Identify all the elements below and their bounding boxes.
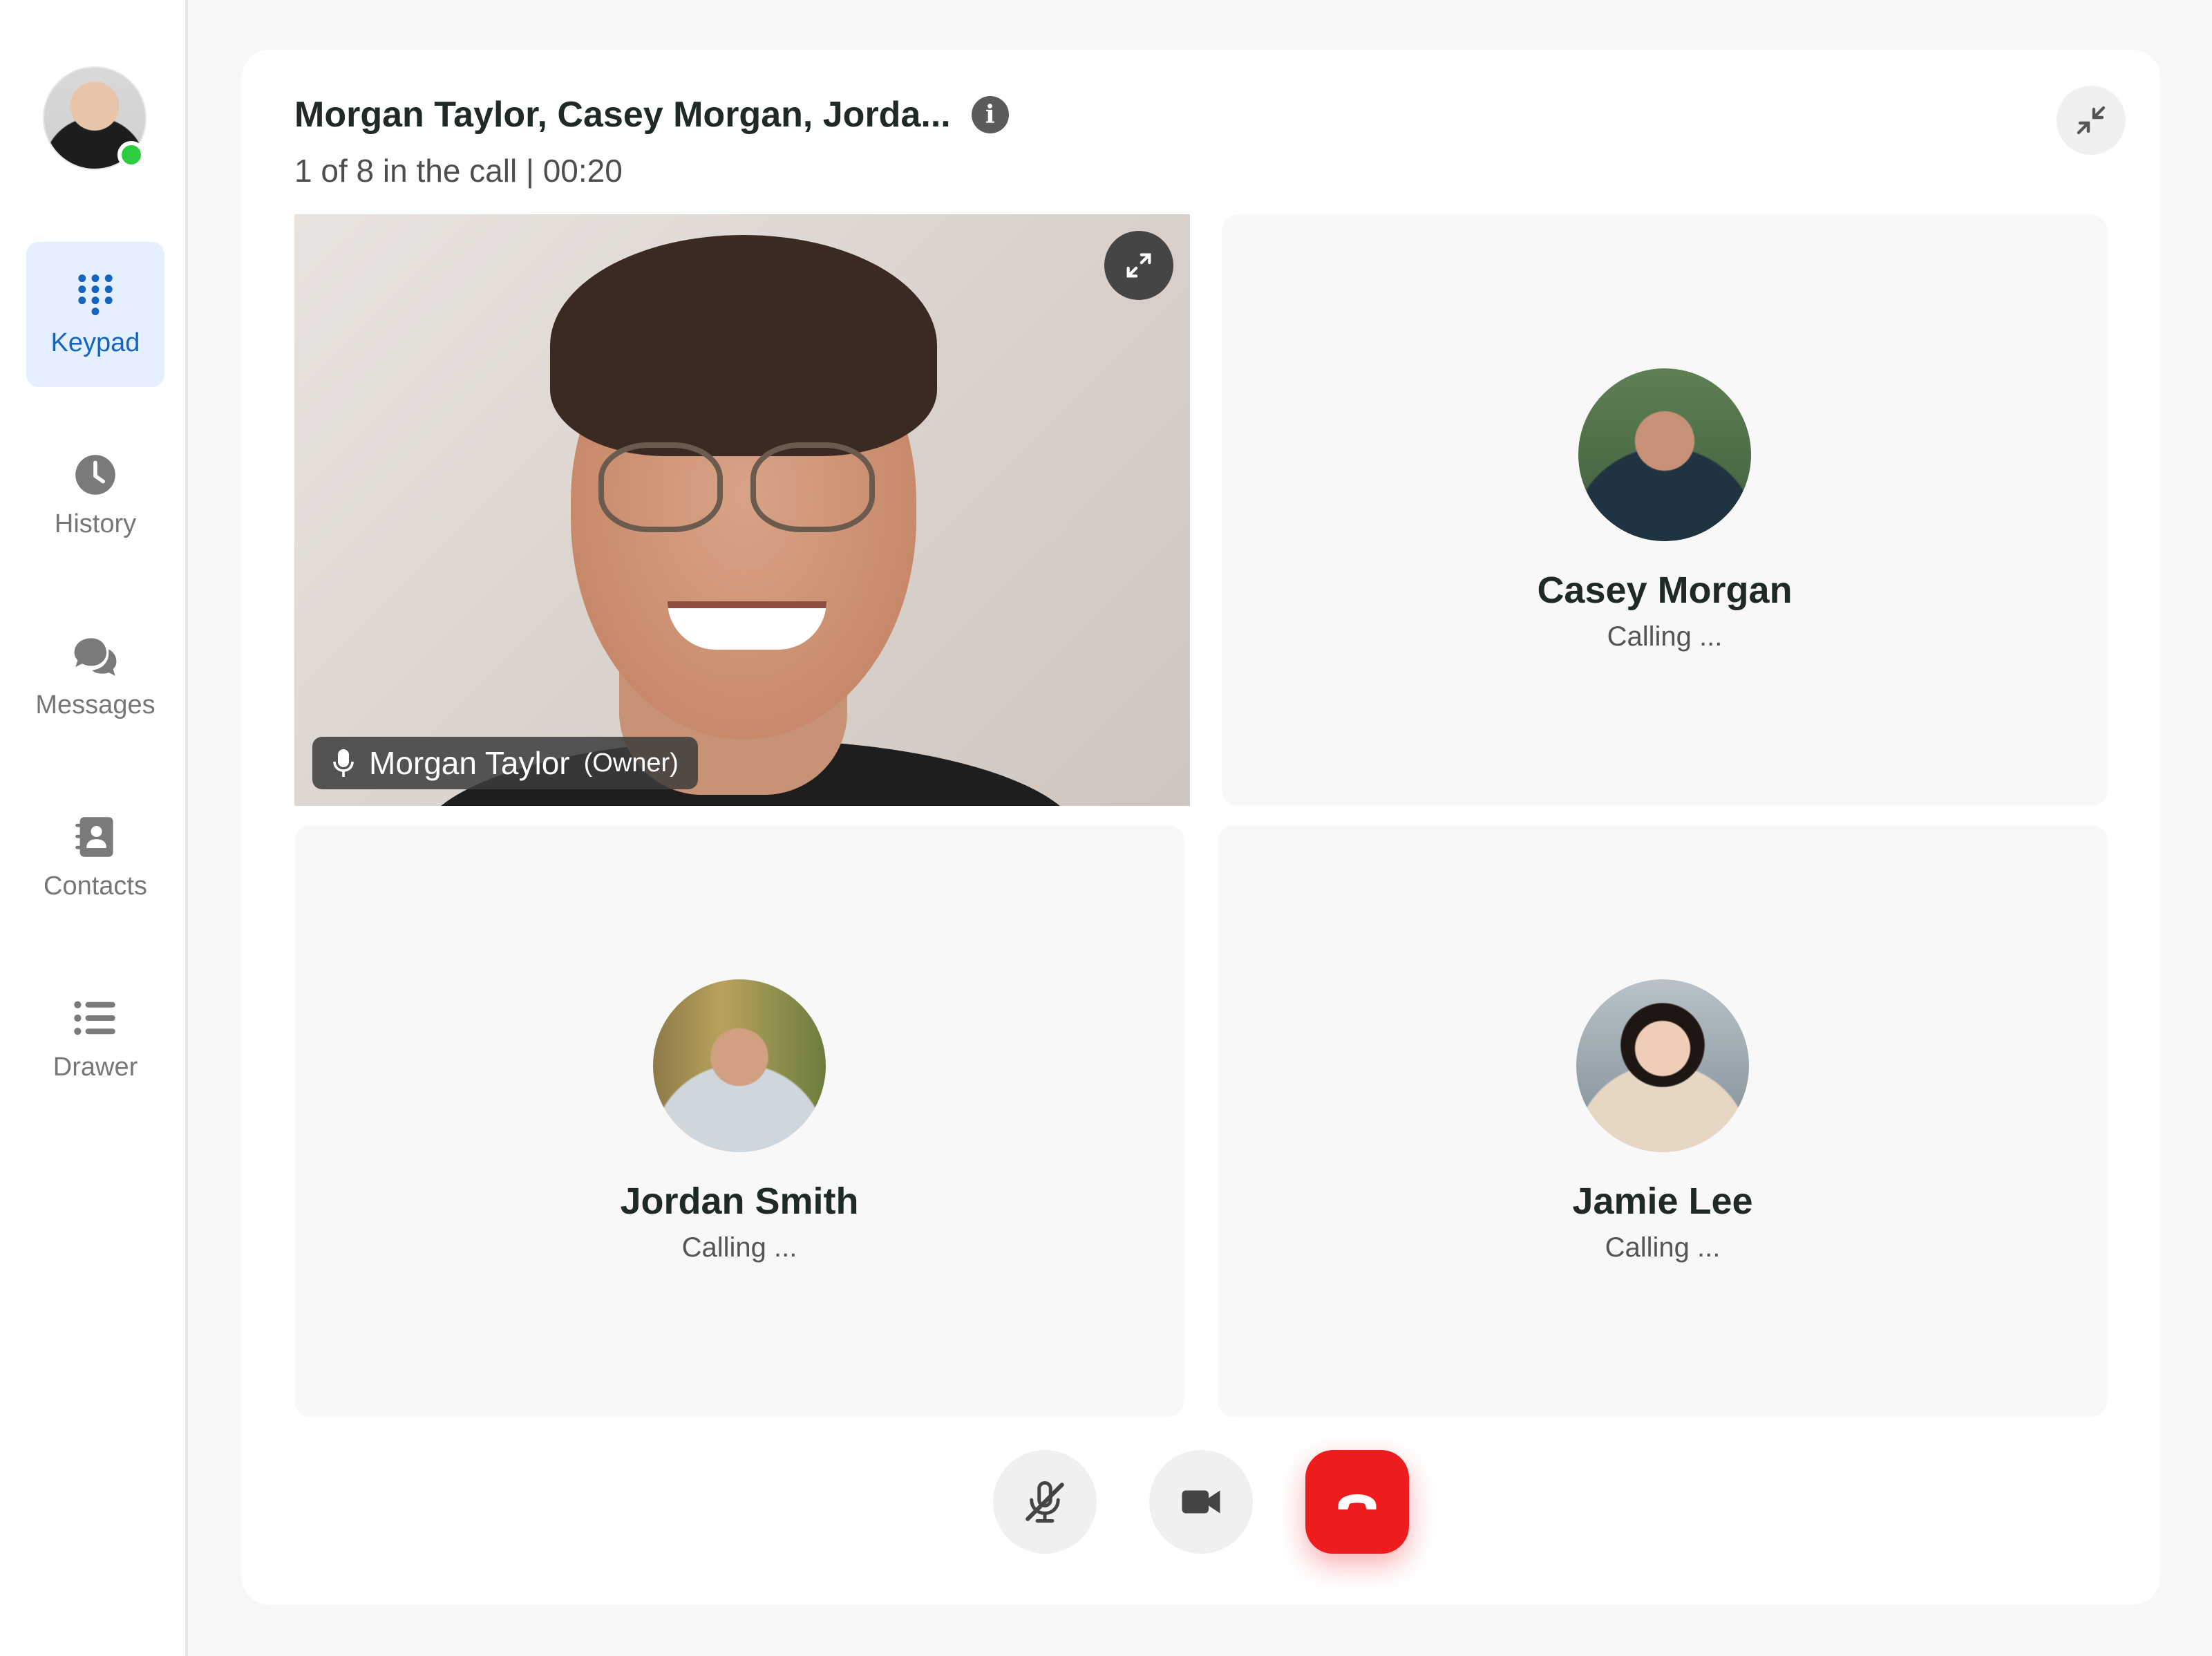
participant-tile-casey[interactable]: Casey Morgan Calling ...	[1222, 214, 2108, 806]
chat-bubbles-icon	[74, 637, 117, 676]
expand-icon	[1126, 253, 1151, 278]
participant-status: Calling ...	[1605, 1232, 1721, 1263]
participant-status: Calling ...	[681, 1232, 797, 1263]
call-panel: Morgan Taylor, Casey Morgan, Jorda... i …	[242, 50, 2160, 1605]
keypad-icon	[78, 274, 113, 315]
participant-name: Morgan Taylor	[369, 745, 570, 781]
participant-name: Jordan Smith	[620, 1180, 859, 1222]
call-status: 1 of 8 in the call | 00:20	[294, 153, 623, 189]
participant-role: (Owner)	[583, 748, 679, 778]
mic-off-icon	[1025, 1481, 1064, 1523]
end-call-button[interactable]	[1305, 1450, 1409, 1554]
clock-icon	[75, 454, 115, 495]
contacts-book-icon	[75, 816, 113, 857]
sidebar-item-label: Keypad	[50, 328, 140, 357]
video-tile-morgan[interactable]: Morgan Taylor (Owner)	[294, 214, 1190, 806]
minimize-button[interactable]	[2057, 86, 2126, 155]
call-title: Morgan Taylor, Casey Morgan, Jorda...	[294, 95, 951, 135]
info-icon[interactable]: i	[971, 96, 1009, 133]
sidebar-item-label: Drawer	[53, 1052, 138, 1082]
participant-name: Jamie Lee	[1572, 1180, 1753, 1222]
participant-video	[294, 214, 1190, 806]
user-avatar[interactable]	[43, 66, 146, 170]
minimize-icon	[2077, 106, 2106, 135]
sidebar-item-keypad[interactable]: Keypad	[26, 242, 164, 387]
online-status-dot	[117, 141, 145, 169]
microphone-icon	[333, 749, 354, 777]
sidebar-item-messages[interactable]: Messages	[26, 604, 164, 749]
expand-button[interactable]	[1104, 231, 1173, 300]
sidebar-item-label: Contacts	[44, 871, 147, 901]
video-camera-icon	[1182, 1490, 1220, 1514]
video-toggle-button[interactable]	[1149, 1450, 1253, 1554]
participant-tile-jordan[interactable]: Jordan Smith Calling ...	[294, 825, 1184, 1417]
sidebar-item-history[interactable]: History	[26, 423, 164, 568]
mute-button[interactable]	[993, 1450, 1097, 1554]
call-controls	[242, 1450, 2160, 1554]
participant-name-tag: Morgan Taylor (Owner)	[312, 737, 698, 789]
sidebar-item-label: Messages	[35, 690, 155, 719]
app-root: Keypad History Messages Contacts Drawer …	[0, 0, 2212, 1656]
list-icon	[74, 1001, 115, 1035]
sidebar: Keypad History Messages Contacts Drawer	[0, 0, 188, 1656]
participant-tile-jamie[interactable]: Jamie Lee Calling ...	[1218, 825, 2108, 1417]
participant-status: Calling ...	[1607, 621, 1723, 652]
participant-name: Casey Morgan	[1537, 569, 1793, 611]
call-header: Morgan Taylor, Casey Morgan, Jorda... i	[294, 94, 1009, 135]
avatar	[1576, 979, 1749, 1152]
sidebar-item-contacts[interactable]: Contacts	[26, 785, 164, 930]
avatar	[1578, 368, 1751, 541]
sidebar-item-drawer[interactable]: Drawer	[26, 966, 164, 1111]
avatar	[653, 979, 826, 1152]
sidebar-item-label: History	[54, 509, 137, 538]
hang-up-icon	[1338, 1494, 1377, 1509]
